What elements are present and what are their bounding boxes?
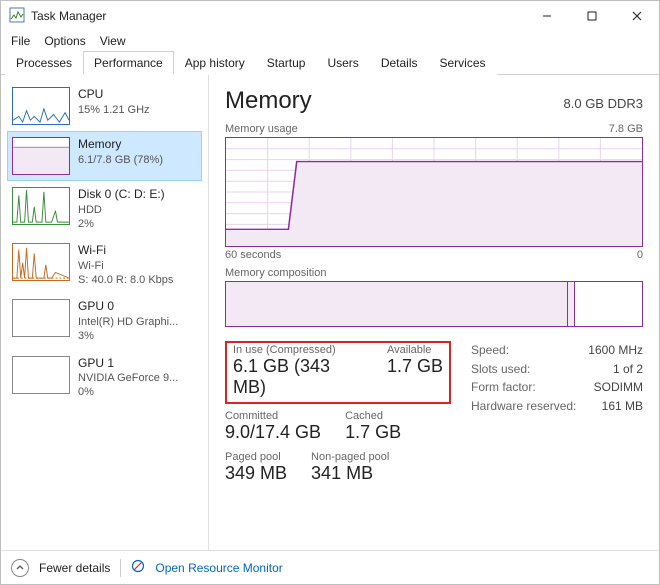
sidebar-item-disk[interactable]: Disk 0 (C: D: E:) HDD 2%: [7, 181, 202, 237]
inuse-label: In use (Compressed): [233, 344, 363, 356]
sidebar-item-wifi[interactable]: Wi-Fi Wi-Fi S: 40.0 R: 8.0 Kbps: [7, 237, 202, 293]
composition-label: Memory composition: [225, 267, 643, 279]
sidebar-item-label: GPU 1: [78, 356, 178, 372]
usage-graph-max: 7.8 GB: [609, 123, 643, 135]
speed-key: Speed:: [471, 341, 509, 360]
available-label: Available: [387, 344, 443, 356]
tab-processes[interactable]: Processes: [5, 51, 83, 75]
gpu1-thumb-icon: [12, 356, 70, 394]
resmon-icon: [131, 559, 145, 576]
menu-file[interactable]: File: [11, 34, 30, 48]
memory-thumb-icon: [12, 137, 70, 175]
menu-view[interactable]: View: [100, 34, 126, 48]
fewer-details-label[interactable]: Fewer details: [39, 561, 110, 575]
form-key: Form factor:: [471, 378, 536, 397]
hw-value: 161 MB: [602, 397, 643, 416]
committed-label: Committed: [225, 410, 321, 422]
tab-users[interactable]: Users: [316, 51, 369, 75]
task-manager-window: Task Manager File Options View Processes…: [0, 0, 660, 585]
highlighted-stats: In use (Compressed) 6.1 GB (343 MB) Avai…: [225, 341, 451, 404]
paged-label: Paged pool: [225, 451, 287, 463]
slots-key: Slots used:: [471, 360, 530, 379]
cpu-thumb-icon: [12, 87, 70, 125]
x-axis-right: 0: [637, 249, 643, 261]
wifi-thumb-icon: [12, 243, 70, 281]
sidebar-item-label: Memory: [78, 137, 163, 153]
open-resource-monitor-link[interactable]: Open Resource Monitor: [155, 561, 282, 575]
inuse-value: 6.1 GB (343 MB): [233, 356, 363, 398]
menubar: File Options View: [1, 31, 659, 51]
sidebar-item-gpu1[interactable]: GPU 1 NVIDIA GeForce 9... 0%: [7, 350, 202, 406]
page-title: Memory: [225, 87, 312, 115]
maximize-button[interactable]: [569, 1, 614, 31]
memory-composition-chart[interactable]: [225, 281, 643, 327]
tab-bar: Processes Performance App history Startu…: [1, 51, 659, 75]
cached-label: Cached: [345, 410, 401, 422]
divider: [120, 559, 121, 577]
body: CPU 15% 1.21 GHz Memory 6.1/7.8 GB (78%): [1, 75, 659, 550]
sidebar: CPU 15% 1.21 GHz Memory 6.1/7.8 GB (78%): [1, 75, 209, 550]
memory-usage-chart[interactable]: [225, 137, 643, 247]
speed-value: 1600 MHz: [588, 341, 643, 360]
app-icon: [9, 7, 25, 26]
x-axis-left: 60 seconds: [225, 249, 281, 261]
gpu0-thumb-icon: [12, 299, 70, 337]
tab-details[interactable]: Details: [370, 51, 429, 75]
form-value: SODIMM: [594, 378, 643, 397]
sidebar-item-label: Disk 0 (C: D: E:): [78, 187, 165, 203]
bottombar: Fewer details Open Resource Monitor: [1, 550, 659, 584]
available-value: 1.7 GB: [387, 356, 443, 377]
window-title: Task Manager: [31, 9, 106, 23]
capacity-label: 8.0 GB DDR3: [564, 96, 643, 111]
fewer-details-toggle[interactable]: [11, 559, 29, 577]
tab-performance[interactable]: Performance: [83, 51, 174, 75]
main-panel: Memory 8.0 GB DDR3 Memory usage 7.8 GB: [209, 75, 659, 550]
slots-value: 1 of 2: [613, 360, 643, 379]
tab-services[interactable]: Services: [429, 51, 497, 75]
disk-thumb-icon: [12, 187, 70, 225]
sidebar-item-gpu0[interactable]: GPU 0 Intel(R) HD Graphi... 3%: [7, 293, 202, 349]
menu-options[interactable]: Options: [44, 34, 85, 48]
paged-value: 349 MB: [225, 463, 287, 484]
titlebar: Task Manager: [1, 1, 659, 31]
usage-graph-label: Memory usage: [225, 123, 298, 135]
sidebar-item-cpu[interactable]: CPU 15% 1.21 GHz: [7, 81, 202, 131]
sidebar-item-memory[interactable]: Memory 6.1/7.8 GB (78%): [7, 131, 202, 181]
close-button[interactable]: [614, 1, 659, 31]
committed-value: 9.0/17.4 GB: [225, 422, 321, 443]
sidebar-item-label: Wi-Fi: [78, 243, 173, 259]
minimize-button[interactable]: [524, 1, 569, 31]
tab-startup[interactable]: Startup: [256, 51, 317, 75]
stats-grid: In use (Compressed) 6.1 GB (343 MB) Avai…: [225, 341, 643, 492]
hw-key: Hardware reserved:: [471, 397, 576, 416]
sidebar-item-label: CPU: [78, 87, 150, 103]
nonpaged-value: 341 MB: [311, 463, 389, 484]
sidebar-item-label: GPU 0: [78, 299, 178, 315]
nonpaged-label: Non-paged pool: [311, 451, 389, 463]
cached-value: 1.7 GB: [345, 422, 401, 443]
tab-apphistory[interactable]: App history: [174, 51, 256, 75]
